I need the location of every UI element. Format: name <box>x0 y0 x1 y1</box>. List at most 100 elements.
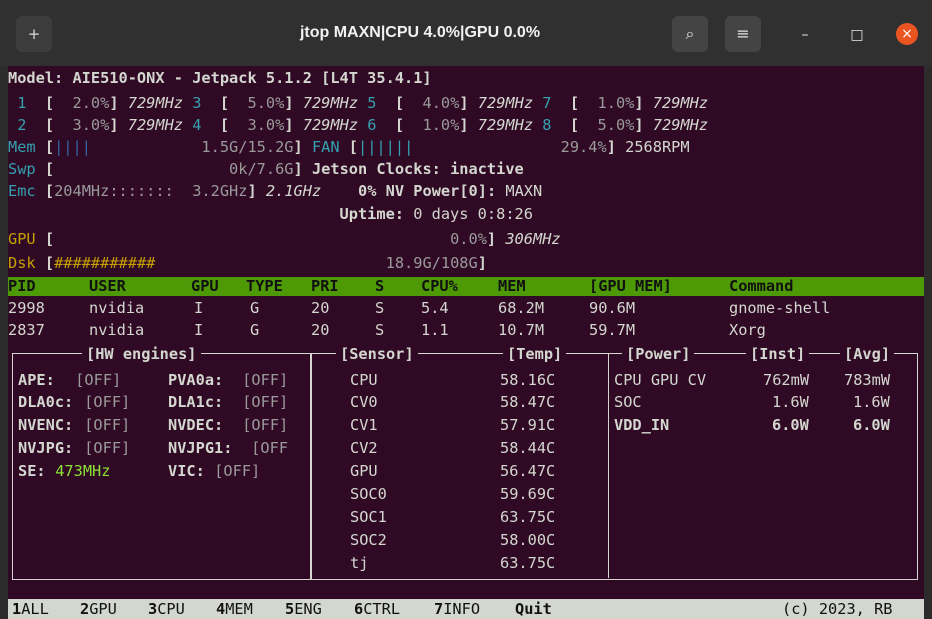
hw-value: [OFF] <box>75 439 131 457</box>
hw-value: [OFF] <box>205 462 261 480</box>
tab-all[interactable]: 1ALL <box>12 600 49 619</box>
dsk-label: Dsk <box>8 254 45 272</box>
tab-label: Quit <box>515 600 552 618</box>
hw-key: APE: <box>18 371 55 389</box>
mem-bracket: [ <box>44 138 55 156</box>
col-state[interactable]: S <box>375 277 384 296</box>
cpu6-load: 1.0% <box>422 116 460 134</box>
power-divider <box>608 353 609 578</box>
col-command[interactable]: Command <box>729 277 793 296</box>
menu-icon[interactable]: ≡ <box>725 16 761 52</box>
tab-ctrl[interactable]: 6CTRL <box>354 600 400 619</box>
power-inst: 6.0W <box>772 416 809 434</box>
row-user: nvidia <box>89 299 145 317</box>
hw-value: [OFF] <box>233 416 289 434</box>
tab-cpu[interactable]: 3CPU <box>148 600 185 619</box>
gpu-load: 0.0% <box>54 230 487 248</box>
gpu-bracket: [ <box>44 230 55 248</box>
mem-value: 1.5G/15.2G <box>90 138 294 156</box>
tab-label: ALL <box>21 600 49 618</box>
hw-value: [OFF] <box>75 416 131 434</box>
dsk-bracket: [ <box>44 254 55 272</box>
cpu2-bracket: [ <box>35 116 73 134</box>
gpu-line: GPU [ 0.0%] 306MHz <box>8 230 561 249</box>
row-state: S <box>375 299 385 317</box>
sensor-name: SOC0 <box>350 485 387 503</box>
fan-bar: |||||| <box>358 138 414 156</box>
col-user[interactable]: USER <box>89 277 126 296</box>
emc-min-freq: 204MHz <box>54 182 110 200</box>
cpu1-freq: 729MHz <box>127 94 184 112</box>
cpu4-label: 4 <box>183 116 211 134</box>
row-gpu-mem: 90.6M <box>589 299 636 317</box>
col-mem[interactable]: MEM <box>498 277 526 296</box>
col-pid[interactable]: PID <box>8 277 36 296</box>
cpu4-load: 3.0% <box>247 116 285 134</box>
cpu8-bracket-end: ] <box>634 116 653 134</box>
cpu1-bracket-end: ] <box>109 94 128 112</box>
sensor-temp: 58.44C <box>500 439 556 457</box>
cpu3-label: 3 <box>183 94 211 112</box>
cpu-row-1: 1 [ 2.0%] 729MHz 3 [ 5.0%] 729MHz 5 [ 4.… <box>8 94 708 113</box>
row-cpu: 5.4 <box>421 299 449 317</box>
tab-info[interactable]: 7INFO <box>434 600 480 619</box>
col-cpu[interactable]: CPU% <box>421 277 458 296</box>
minimize-icon[interactable]: – <box>790 20 820 50</box>
hw-value: [OFF <box>242 439 289 457</box>
close-icon[interactable]: × <box>896 23 918 45</box>
row-command: gnome-shell <box>729 299 831 317</box>
cpu1-load: 2.0% <box>72 94 110 112</box>
tab-gpu[interactable]: 2GPU <box>80 600 117 619</box>
cpu2-bracket-end: ] <box>109 116 128 134</box>
sensor-temp: 57.91C <box>500 416 556 434</box>
fan-bracket-end: ] <box>606 138 616 156</box>
tab-eng[interactable]: 5ENG <box>285 600 322 619</box>
cpu3-bracket: [ <box>210 94 248 112</box>
tab-num: 7 <box>434 600 444 618</box>
fan-rpm: 2568RPM <box>615 138 690 156</box>
inst-title: [Inst] <box>746 345 810 364</box>
power-inst: 762mW <box>763 371 810 389</box>
tab-mem[interactable]: 4MEM <box>216 600 253 619</box>
uptime-value: 0 days 0:8:26 <box>413 205 533 223</box>
emc-line: Emc [204MHz::::::: 3.2GHz] 2.1GHz 0% NV … <box>8 182 542 201</box>
sensor-name: tj <box>350 554 369 572</box>
temp-title: [Temp] <box>503 345 567 364</box>
sensor-name: SOC1 <box>350 508 387 526</box>
col-gpu-mem[interactable]: [GPU MEM] <box>589 277 672 296</box>
row-mem: 10.7M <box>498 321 545 339</box>
cpu4-bracket: [ <box>210 116 248 134</box>
row-gpu: I <box>194 299 204 317</box>
uptime-line: Uptime: 0 days 0:8:26 <box>8 205 533 224</box>
col-gpu[interactable]: GPU <box>191 277 219 296</box>
hw-engines-title: [HW engines] <box>82 345 201 364</box>
cpu6-bracket-end: ] <box>459 116 478 134</box>
terminal-area[interactable]: Model: AIE510-ONX - Jetpack 5.1.2 [L4T 3… <box>8 66 924 619</box>
tab-quit[interactable]: Quit <box>515 600 552 619</box>
search-icon[interactable]: ⌕ <box>672 16 708 52</box>
mem-fan-line: Mem [|||| 1.5G/15.2G] FAN [|||||| 29.4%]… <box>8 138 690 157</box>
disk-line: Dsk [########### 18.9G/108G] <box>8 254 487 273</box>
row-gpu: I <box>194 321 204 339</box>
footer-tabs: 1ALL 2GPU 3CPU 4MEM 5ENG 6CTRL 7INFO Qui… <box>8 599 924 619</box>
row-state: S <box>375 321 385 339</box>
fan-gap <box>413 138 560 156</box>
maximize-icon[interactable]: □ <box>842 20 872 50</box>
cpu1-label: 1 <box>8 94 36 112</box>
emc-bar: ::::::: <box>109 182 174 200</box>
cpu6-bracket: [ <box>385 116 423 134</box>
row-type: G <box>250 299 260 317</box>
row-user: nvidia <box>89 321 145 339</box>
power-title: [Power] <box>622 345 695 364</box>
hw-key: NVJPG1: <box>168 439 233 457</box>
tab-label: GPU <box>89 600 117 618</box>
row-gpu-mem: 59.7M <box>589 321 636 339</box>
mem-bar: |||| <box>54 138 91 156</box>
col-pri[interactable]: PRI <box>311 277 339 296</box>
sensor-name: CV2 <box>350 439 378 457</box>
hw-key: DLA1c: <box>168 393 224 411</box>
cpu8-freq: 729MHz <box>652 116 709 134</box>
col-type[interactable]: TYPE <box>246 277 283 296</box>
new-tab-icon[interactable]: + <box>16 16 52 52</box>
cpu7-bracket: [ <box>560 94 598 112</box>
